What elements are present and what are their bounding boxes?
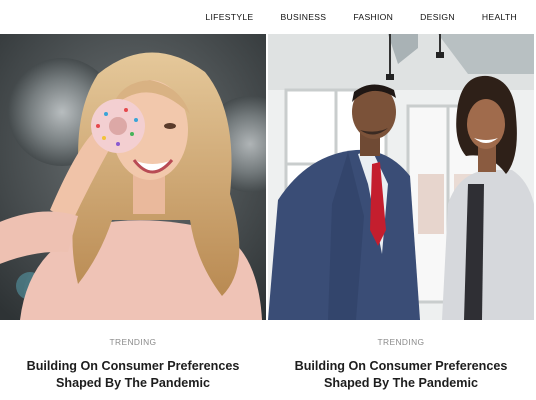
article-category[interactable]: TRENDING [268, 337, 534, 347]
nav-item-business[interactable]: BUSINESS [280, 12, 326, 22]
woman-holding-donut-photo [0, 34, 266, 320]
article-title[interactable]: Building On Consumer Preferences Shaped … [278, 358, 524, 392]
top-navigation: LIFESTYLE BUSINESS FASHION DESIGN HEALTH [0, 0, 536, 34]
nav-item-lifestyle[interactable]: LIFESTYLE [205, 12, 253, 22]
article-category[interactable]: TRENDING [0, 337, 266, 347]
article-image-link[interactable] [268, 34, 534, 320]
nav-item-design[interactable]: DESIGN [420, 12, 455, 22]
article-card: TRENDING Building On Consumer Preference… [268, 34, 534, 400]
article-image-link[interactable] [0, 34, 266, 320]
nav-item-health[interactable]: HEALTH [482, 12, 517, 22]
nav-menu: LIFESTYLE BUSINESS FASHION DESIGN HEALTH [205, 12, 517, 22]
article-title[interactable]: Building On Consumer Preferences Shaped … [10, 358, 256, 392]
article-cards: TRENDING Building On Consumer Preference… [0, 34, 536, 400]
business-people-office-photo [268, 34, 534, 320]
article-card: TRENDING Building On Consumer Preference… [0, 34, 266, 400]
nav-item-fashion[interactable]: FASHION [353, 12, 393, 22]
